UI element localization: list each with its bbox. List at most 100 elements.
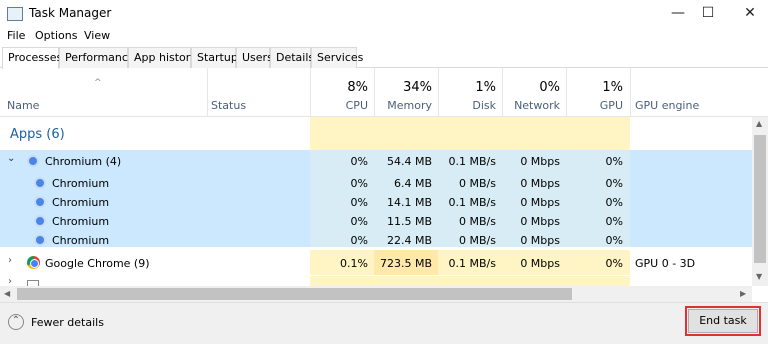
col-memory[interactable]: Memory [374, 99, 432, 112]
memory-value: 11.5 MB [386, 215, 432, 228]
table-row[interactable]: Chromium 0% 22.4 MB 0 MB/s 0 Mbps 0% [0, 230, 752, 247]
menu-view[interactable]: View [84, 29, 110, 42]
title-bar: Task Manager — ☐ ✕ [0, 0, 768, 28]
memory-value: 54.4 MB [386, 155, 432, 168]
scroll-left-icon[interactable]: ◀ [4, 289, 10, 298]
heat-band [310, 117, 630, 150]
column-divider [502, 68, 503, 117]
google-chrome-icon [27, 256, 40, 269]
cpu-value: 0% [350, 177, 368, 190]
scroll-thumb[interactable] [754, 135, 766, 263]
table-row[interactable]: ⌄ Chromium (4) 0% 54.4 MB 0.1 MB/s 0 Mbp… [0, 150, 752, 171]
column-divider [310, 68, 311, 117]
hscroll-thumb[interactable] [17, 288, 572, 300]
tab-services[interactable]: Services [311, 47, 363, 68]
column-divider [630, 68, 631, 117]
col-disk[interactable]: Disk [438, 99, 496, 112]
tab-users[interactable]: Users [236, 47, 273, 68]
gpu-value: 0% [605, 177, 623, 190]
memory-value: 14.1 MB [386, 196, 432, 209]
chromium-icon [34, 215, 46, 227]
horizontal-scrollbar[interactable]: ◀ ▶ [0, 286, 752, 302]
maximize-button[interactable]: ☐ [690, 0, 726, 28]
table-row[interactable]: Chromium 0% 6.4 MB 0 MB/s 0 Mbps 0% [0, 173, 752, 192]
cpu-value: 0% [350, 234, 368, 247]
tab-details[interactable]: Details [270, 47, 314, 68]
tab-startup[interactable]: Startup [191, 47, 238, 68]
process-name: Chromium [52, 215, 110, 228]
chromium-icon [34, 177, 46, 189]
column-divider [566, 68, 567, 117]
sort-up-icon: ^ [94, 78, 102, 88]
group-apps-label: Apps (6) [10, 127, 65, 142]
collapse-chevron-icon[interactable]: ⌃ [8, 314, 24, 330]
process-name: Chromium (4) [45, 155, 122, 168]
col-network[interactable]: Network [502, 99, 560, 112]
gpu-value: 0% [605, 215, 623, 228]
disk-value: 0 MB/s [459, 234, 496, 247]
network-total: 0% [539, 80, 560, 95]
col-cpu[interactable]: CPU [311, 99, 368, 112]
disk-total: 1% [475, 80, 496, 95]
disk-value: 0.1 MB/s [448, 155, 496, 168]
network-value: 0 Mbps [520, 234, 560, 247]
group-apps-row[interactable]: Apps (6) [0, 117, 752, 150]
window-title: Task Manager [29, 6, 112, 20]
scroll-down-icon[interactable]: ▼ [756, 272, 762, 281]
disk-value: 0 MB/s [459, 215, 496, 228]
menu-file[interactable]: File [7, 29, 25, 42]
task-manager-icon [7, 7, 23, 21]
process-name: Google Chrome (9) [45, 257, 150, 270]
cpu-value: 0.1% [340, 257, 368, 270]
disk-value: 0.1 MB/s [448, 196, 496, 209]
network-value: 0 Mbps [520, 215, 560, 228]
vertical-scrollbar[interactable]: ▲ ▼ [752, 117, 768, 286]
gpu-value: 0% [605, 234, 623, 247]
column-divider [207, 68, 208, 117]
network-value: 0 Mbps [520, 155, 560, 168]
col-name[interactable]: Name [7, 99, 39, 112]
memory-value: 22.4 MB [386, 234, 432, 247]
table-row-partial[interactable]: › [0, 276, 752, 286]
gpu-total: 1% [602, 80, 623, 95]
table-row[interactable]: › Google Chrome (9) 0.1% 723.5 MB 0.1 MB… [0, 250, 752, 275]
heat-band [310, 276, 630, 286]
table-row[interactable]: Chromium 0% 11.5 MB 0 MB/s 0 Mbps 0% [0, 211, 752, 230]
chromium-icon [34, 234, 46, 246]
gpu-value: 0% [605, 155, 623, 168]
network-value: 0 Mbps [520, 177, 560, 190]
gpu-engine-value: GPU 0 - 3D [635, 257, 696, 270]
fewer-details-link[interactable]: Fewer details [31, 316, 104, 329]
column-divider [438, 68, 439, 117]
col-status[interactable]: Status [211, 99, 246, 112]
cpu-total: 8% [347, 80, 368, 95]
menu-options[interactable]: Options [35, 29, 77, 42]
cpu-value: 0% [350, 155, 368, 168]
cpu-value: 0% [350, 196, 368, 209]
close-button[interactable]: ✕ [732, 0, 768, 28]
gpu-value: 0% [605, 257, 623, 270]
column-divider [374, 68, 375, 117]
chevron-right-icon[interactable]: › [8, 255, 12, 266]
footer-bar [0, 302, 768, 344]
tab-performance[interactable]: Performance [59, 47, 135, 68]
network-value: 0 Mbps [520, 196, 560, 209]
menu-bar: File Options View [0, 28, 768, 46]
memory-total: 34% [403, 80, 432, 95]
process-name: Chromium [52, 177, 110, 190]
tab-app-history[interactable]: App history [128, 47, 197, 68]
col-gpu-engine[interactable]: GPU engine [635, 99, 699, 112]
tab-processes[interactable]: Processes [2, 47, 62, 69]
scroll-right-icon[interactable]: ▶ [740, 289, 746, 298]
memory-value: 723.5 MB [379, 257, 432, 270]
disk-value: 0 MB/s [459, 177, 496, 190]
network-value: 0 Mbps [520, 257, 560, 270]
scroll-up-icon[interactable]: ▲ [756, 119, 762, 128]
end-task-button[interactable]: End task [685, 306, 761, 336]
col-gpu[interactable]: GPU [566, 99, 623, 112]
chevron-right-icon[interactable]: › [8, 276, 12, 286]
table-row[interactable]: Chromium 0% 14.1 MB 0.1 MB/s 0 Mbps 0% [0, 192, 752, 211]
chevron-down-icon[interactable]: ⌄ [7, 153, 15, 164]
process-name: Chromium [52, 196, 110, 209]
chromium-icon [34, 196, 46, 208]
